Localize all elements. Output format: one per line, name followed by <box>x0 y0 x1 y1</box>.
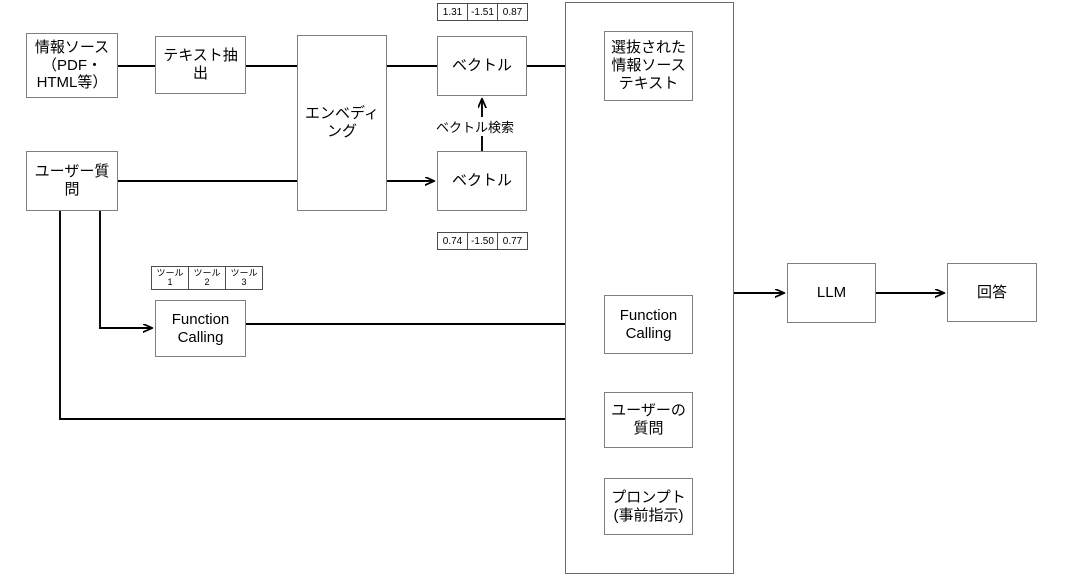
diagram-canvas: 1.31 -1.51 0.87 0.74 -1.50 0.77 ツール 1 ツー… <box>0 0 1065 576</box>
tool-index: 1 <box>167 277 173 287</box>
tool-item: ツール 2 <box>188 266 226 290</box>
vector-value-cell: -1.51 <box>467 3 498 21</box>
node-prompt: プロンプト (事前指示) <box>604 478 693 535</box>
tool-index: 2 <box>204 277 210 287</box>
edge-userq-to-function-calling <box>99 211 152 328</box>
node-llm: LLM <box>787 263 876 323</box>
node-selected-source-text: 選抜された 情報ソース テキスト <box>604 31 693 101</box>
vector-values-bottom: 0.74 -1.50 0.77 <box>437 232 528 250</box>
node-user-question: ユーザー質 問 <box>26 151 118 211</box>
node-function-calling-left: Function Calling <box>155 300 246 357</box>
node-answer: 回答 <box>947 263 1037 322</box>
tool-item: ツール 3 <box>225 266 263 290</box>
tools-strip: ツール 1 ツール 2 ツール 3 <box>151 266 263 290</box>
node-vector-bottom: ベクトル <box>437 151 527 211</box>
node-info-source: 情報ソース （PDF・ HTML等） <box>26 33 118 98</box>
vector-value-cell: 1.31 <box>437 3 468 21</box>
vector-value-cell: -1.50 <box>467 232 498 250</box>
edge-label-vector-search: ベクトル検索 <box>434 117 517 136</box>
node-function-calling-right: Function Calling <box>604 295 693 354</box>
vector-value-cell: 0.74 <box>437 232 468 250</box>
tool-index: 3 <box>241 277 247 287</box>
vector-value-cell: 0.77 <box>497 232 528 250</box>
vector-value-cell: 0.87 <box>497 3 528 21</box>
node-user-question-inner: ユーザーの 質問 <box>604 392 693 448</box>
tool-item: ツール 1 <box>151 266 189 290</box>
node-text-extraction: テキスト抽 出 <box>155 36 246 94</box>
node-embedding: エンベディ ング <box>297 35 387 211</box>
node-vector-top: ベクトル <box>437 36 527 96</box>
vector-values-top: 1.31 -1.51 0.87 <box>437 3 528 21</box>
